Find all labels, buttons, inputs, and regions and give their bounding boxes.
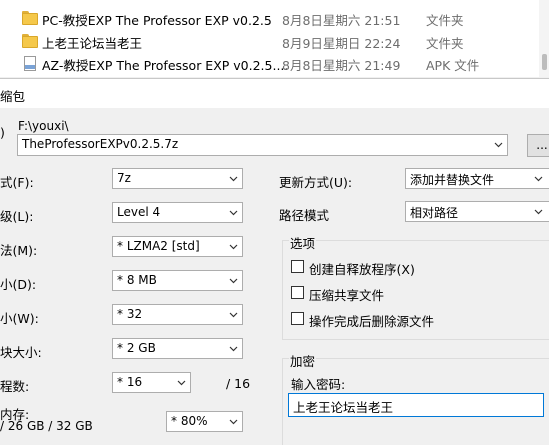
update-mode-select[interactable]: 添加并替换文件	[405, 168, 549, 189]
file-row[interactable]: PC-教授EXP The Professor EXP v0.2.5 8月8日星期…	[0, 8, 549, 29]
folder-icon	[22, 11, 38, 25]
file-list-scrollbar[interactable]	[539, 0, 549, 77]
chevron-down-icon[interactable]	[229, 344, 238, 353]
checkbox-box[interactable]	[291, 286, 304, 299]
memory-usage-select[interactable]: * 80%	[166, 411, 243, 432]
options-title: 选项	[289, 233, 317, 252]
threads-max: / 16	[226, 376, 251, 391]
chevron-down-icon[interactable]	[229, 174, 238, 183]
password-input[interactable]: 上老王论坛当老王	[288, 393, 544, 417]
format-select[interactable]: 7z	[112, 168, 243, 189]
word-size-select[interactable]: * 32	[112, 304, 243, 325]
memory-info: / 26 GB / 32 GB	[0, 419, 93, 433]
dictionary-label: 小(D):	[0, 277, 37, 292]
archive-name-value: TheProfessorEXPv0.2.5.7z	[22, 137, 179, 151]
browse-button[interactable]: ...	[527, 134, 549, 157]
chevron-down-icon[interactable]	[229, 310, 238, 319]
threads-value: * 16	[117, 375, 143, 389]
checkbox-box[interactable]	[291, 260, 304, 273]
chevron-down-icon[interactable]	[229, 242, 238, 251]
password-value: 上老王论坛当老王	[293, 400, 394, 415]
file-date: 8月8日星期六 21:51	[282, 13, 401, 28]
file-type: APK 文件	[426, 58, 480, 73]
file-row[interactable]: 上老王论坛当老王 8月9日星期日 22:24 文件夹	[0, 31, 549, 52]
checkbox-box[interactable]	[291, 312, 304, 325]
solid-block-select[interactable]: * 2 GB	[112, 338, 243, 359]
dialog-title: 缩包	[0, 89, 26, 104]
method-select[interactable]: * LZMA2 [std]	[112, 236, 243, 257]
update-mode-value: 添加并替换文件	[410, 173, 495, 187]
memory-usage-value: * 80%	[171, 414, 208, 428]
threads-select[interactable]: * 16	[112, 372, 191, 393]
file-list: PC-教授EXP The Professor EXP v0.2.5 8月8日星期…	[0, 0, 549, 77]
scrollbar-thumb[interactable]	[542, 54, 547, 70]
path-mode-select[interactable]: 相对路径	[405, 201, 549, 222]
threads-label: 程数:	[0, 379, 30, 394]
file-type: 文件夹	[426, 36, 464, 51]
format-value: 7z	[117, 171, 131, 185]
chevron-down-icon[interactable]	[177, 378, 186, 387]
chevron-down-icon[interactable]	[494, 140, 503, 149]
checkbox-label: 创建自释放程序(X)	[309, 262, 415, 277]
chevron-down-icon[interactable]	[229, 208, 238, 217]
method-label: 法(M):	[0, 243, 38, 258]
encryption-title: 加密	[289, 351, 317, 370]
password-label: 输入密码:	[291, 377, 346, 392]
file-date: 8月9日星期日 22:24	[282, 36, 401, 51]
chevron-down-icon[interactable]	[229, 276, 238, 285]
solid-block-value: * 2 GB	[117, 341, 156, 355]
solid-block-label: 块大小:	[0, 345, 42, 360]
word-size-label: 小(W):	[0, 311, 39, 326]
file-type: 文件夹	[426, 13, 464, 28]
chevron-down-icon[interactable]	[534, 207, 543, 216]
dictionary-value: * 8 MB	[117, 273, 157, 287]
checkbox-label: 操作完成后删除源文件	[309, 314, 435, 329]
file-name: AZ-教授EXP The Professor EXP v0.2.5....	[42, 58, 289, 73]
dictionary-select[interactable]: * 8 MB	[112, 270, 243, 291]
chevron-down-icon[interactable]	[534, 174, 543, 183]
level-label: 级(L):	[0, 209, 34, 224]
file-row[interactable]: AZ-教授EXP The Professor EXP v0.2.5.... 8月…	[0, 53, 549, 74]
path-mode-value: 相对路径	[410, 206, 459, 220]
chevron-down-icon[interactable]	[229, 417, 238, 426]
update-mode-label: 更新方式(U):	[279, 175, 353, 190]
file-date: 8月8日星期六 21:49	[282, 58, 401, 73]
add-to-archive-dialog: ) F:\youxi\ TheProfessorEXPv0.2.5.7z ...…	[0, 108, 549, 445]
file-name: PC-教授EXP The Professor EXP v0.2.5	[42, 13, 272, 28]
method-value: * LZMA2 [std]	[117, 239, 200, 253]
folder-icon	[22, 34, 38, 48]
archive-path: F:\youxi\	[18, 119, 69, 133]
file-name: 上老王论坛当老王	[42, 36, 143, 51]
level-select[interactable]: Level 4	[112, 202, 243, 223]
level-value: Level 4	[117, 205, 161, 219]
path-mode-label: 路径模式	[279, 208, 330, 223]
format-label: 式(F):	[0, 175, 34, 190]
word-size-value: * 32	[117, 307, 143, 321]
archive-label: )	[0, 125, 5, 140]
checkbox-label: 压缩共享文件	[309, 288, 385, 303]
archive-name-combo[interactable]: TheProfessorEXPv0.2.5.7z	[17, 134, 508, 156]
apk-file-icon	[22, 56, 38, 71]
dialog-titlebar[interactable]: 缩包	[0, 78, 549, 108]
